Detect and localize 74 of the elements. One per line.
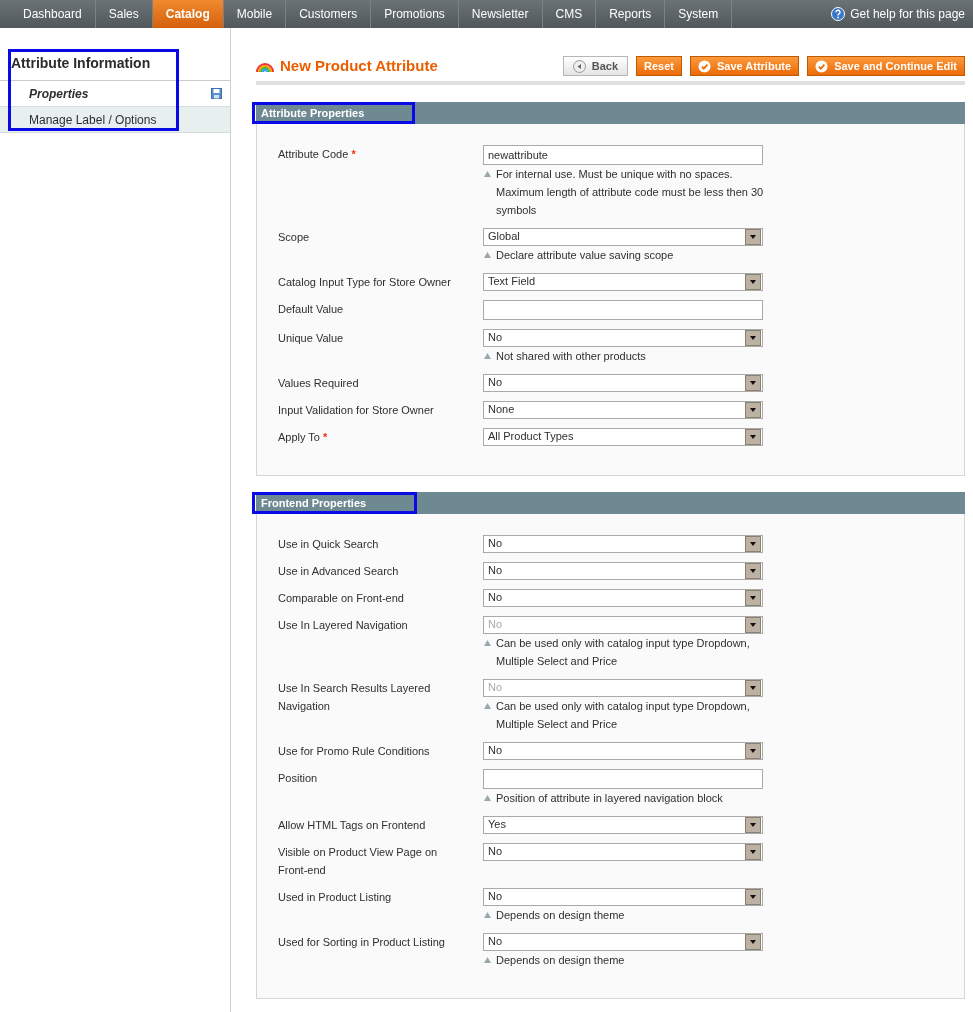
required-mark: * bbox=[351, 147, 356, 160]
select-field[interactable]: None bbox=[483, 400, 763, 419]
help-link[interactable]: Get help for this page bbox=[831, 0, 973, 28]
select-field[interactable]: Global bbox=[483, 227, 763, 246]
field-label: Values Required bbox=[278, 375, 360, 391]
check-icon bbox=[697, 59, 711, 73]
select-field[interactable]: No bbox=[483, 373, 763, 392]
save-icon bbox=[211, 88, 222, 99]
field-label: Visible on Product View Page on Front-end bbox=[278, 844, 439, 878]
field-note: Can be used only with catalog input type Dropdown, Multiple Select and Price bbox=[483, 633, 768, 670]
select-field[interactable]: No bbox=[483, 932, 763, 951]
page-title: New Product Attribute bbox=[280, 56, 438, 76]
check-icon bbox=[815, 59, 829, 73]
select-field[interactable]: No bbox=[483, 588, 763, 607]
triangle-icon bbox=[484, 956, 491, 963]
nav-tab[interactable]: System bbox=[665, 0, 733, 28]
triangle-icon bbox=[484, 702, 491, 709]
field-label: Position bbox=[278, 770, 319, 786]
field-label: Used for Sorting in Product Listing bbox=[278, 934, 446, 950]
back-button[interactable]: Back bbox=[562, 56, 628, 77]
triangle-icon bbox=[484, 170, 491, 177]
field-note: Not shared with other products bbox=[483, 346, 768, 365]
field-label: Used in Product Listing bbox=[278, 889, 393, 905]
select-field[interactable]: All Product Types bbox=[483, 427, 763, 446]
select-field[interactable]: No bbox=[483, 741, 763, 760]
nav-tab[interactable]: Promotions bbox=[371, 0, 459, 28]
nav-tab[interactable]: Reports bbox=[596, 0, 666, 28]
field-label: Catalog Input Type for Store Owner bbox=[278, 274, 452, 290]
triangle-icon bbox=[484, 251, 491, 258]
select-field[interactable]: No bbox=[483, 534, 763, 553]
field-note: Depends on design theme bbox=[483, 950, 768, 969]
rainbow-icon bbox=[256, 60, 274, 73]
required-mark: * bbox=[323, 430, 328, 443]
triangle-icon bbox=[484, 639, 491, 646]
triangle-icon bbox=[484, 352, 491, 359]
field-label: Apply To * bbox=[278, 429, 329, 445]
field-note: Declare attribute value saving scope bbox=[483, 245, 768, 264]
help-icon bbox=[831, 7, 846, 21]
field-note: Position of attribute in layered navigation block bbox=[483, 788, 768, 807]
select-field[interactable]: Text Field bbox=[483, 272, 763, 291]
select-field[interactable]: No bbox=[483, 887, 763, 906]
select-field[interactable]: No bbox=[483, 328, 763, 347]
field-label: Use for Promo Rule Conditions bbox=[278, 743, 431, 759]
nav-tab[interactable]: Dashboard bbox=[10, 0, 96, 28]
nav-tab[interactable]: Newsletter bbox=[458, 0, 543, 28]
field-label: Use In Search Results Layered Navigation bbox=[278, 680, 432, 714]
triangle-icon bbox=[484, 794, 491, 801]
field-label: Scope bbox=[278, 229, 311, 245]
field-label: Allow HTML Tags on Frontend bbox=[278, 817, 427, 833]
field-label: Unique Value bbox=[278, 330, 345, 346]
select-field[interactable]: No bbox=[483, 842, 763, 861]
field-note: For internal use. Must be unique with no spaces. Maximum length of attribute code must be less then 30 symbols bbox=[483, 164, 768, 219]
section-title: Attribute Properties bbox=[252, 101, 416, 124]
field-label: Use in Quick Search bbox=[278, 536, 380, 552]
nav-tab[interactable]: Sales bbox=[95, 0, 153, 28]
text-field[interactable]: newattribute bbox=[483, 144, 763, 165]
select-field[interactable]: Yes bbox=[483, 815, 763, 834]
nav-tab[interactable]: CMS bbox=[542, 0, 597, 28]
select-field[interactable]: No bbox=[483, 561, 763, 580]
field-note: Depends on design theme bbox=[483, 905, 768, 924]
triangle-icon bbox=[484, 911, 491, 918]
sidebar-tab[interactable]: Manage Label / Options bbox=[0, 107, 230, 133]
section-title: Frontend Properties bbox=[252, 491, 418, 514]
field-label: Use in Advanced Search bbox=[278, 563, 400, 579]
nav-tab[interactable]: Customers bbox=[286, 0, 372, 28]
field-label: Default Value bbox=[278, 301, 345, 317]
field-label: Use In Layered Navigation bbox=[278, 617, 409, 633]
nav-tab[interactable]: Mobile bbox=[223, 0, 287, 28]
field-label: Comparable on Front-end bbox=[278, 590, 405, 606]
text-field[interactable] bbox=[483, 299, 763, 320]
field-label: Input Validation for Store Owner bbox=[278, 402, 435, 418]
field-label: Attribute Code * bbox=[278, 146, 357, 162]
text-field[interactable] bbox=[483, 768, 763, 789]
field-note: Can be used only with catalog input type Dropdown, Multiple Select and Price bbox=[483, 696, 768, 733]
